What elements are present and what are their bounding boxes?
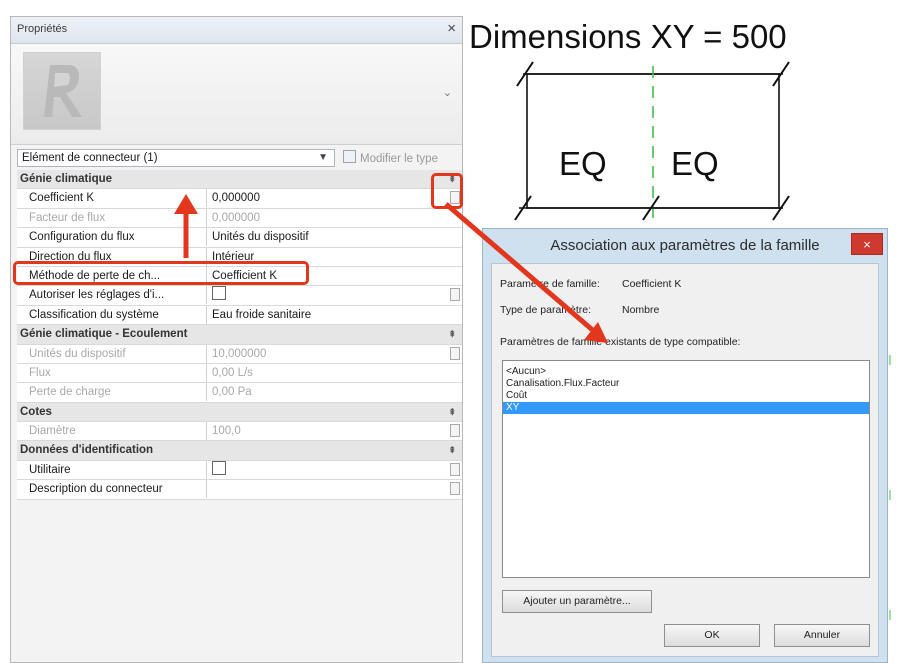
chevron-down-icon[interactable]: ⌄ [443, 86, 452, 99]
cancel-button[interactable]: Annuler [774, 624, 870, 647]
property-label: Utilitaire [17, 460, 207, 479]
family-param-value: Coefficient K [622, 278, 682, 290]
property-label: Facteur de flux [17, 208, 207, 227]
property-value[interactable] [208, 480, 448, 498]
category-label: Génie climatique - Ecoulement [20, 328, 188, 341]
property-value[interactable]: Coefficient K [208, 267, 448, 285]
property-row[interactable]: Classification du système Eau froide san… [17, 305, 462, 326]
property-value[interactable] [208, 460, 448, 479]
revit-logo-icon [44, 65, 82, 117]
list-item-selected[interactable]: XY [503, 402, 869, 414]
checkbox[interactable] [212, 460, 226, 475]
property-label: Perte de charge [17, 383, 207, 402]
property-row[interactable]: Autoriser les réglages d'i... [17, 286, 462, 306]
property-value[interactable]: 0,000000 [208, 189, 448, 207]
category-header[interactable]: Données d'identification ⇞ [17, 441, 462, 461]
property-label: Autoriser les réglages d'i... [17, 286, 207, 305]
associate-parameter-button[interactable] [450, 191, 460, 205]
property-value: 100,0 [212, 425, 241, 438]
type-selector[interactable]: ⌄ [11, 44, 462, 145]
property-value[interactable] [208, 286, 448, 304]
property-value[interactable]: Eau froide sanitaire [208, 306, 448, 324]
family-thumbnail [23, 52, 101, 130]
property-value: 0,000000 [212, 211, 260, 224]
category-header[interactable]: Génie climatique ⇞ [17, 170, 462, 190]
property-row: Unités du dispositif 10,000000 [17, 344, 462, 364]
associate-parameter-button[interactable] [450, 288, 460, 302]
associate-parameter-button[interactable] [450, 462, 460, 476]
property-value[interactable]: Intérieur [208, 248, 448, 266]
instance-filter-row: Elément de connecteur (1) ▼ Modifier le … [11, 146, 462, 170]
list-item[interactable]: Canalisation.Flux.Facteur [503, 378, 869, 390]
category-header[interactable]: Cotes ⇞ [17, 402, 462, 423]
property-label: Description du connecteur [17, 480, 207, 499]
modify-type-label: Modifier le type [360, 153, 438, 165]
property-label: Flux [17, 363, 207, 382]
properties-titlebar[interactable]: Propriétés × [11, 17, 462, 44]
property-row[interactable]: Description du connecteur [17, 480, 462, 500]
property-row: Facteur de flux 0,000000 [17, 208, 462, 229]
property-row[interactable]: Méthode de perte de ch... Coefficient K [17, 266, 462, 287]
property-value: 10,000000 [212, 347, 267, 360]
properties-title: Propriétés [17, 23, 68, 35]
property-grid: Génie climatique ⇞ Coefficient K 0,00000… [17, 170, 462, 500]
dialog-body: Paramètre de famille: Coefficient K Type… [491, 263, 879, 657]
family-param-label: Paramètre de famille: [500, 278, 600, 290]
checkbox[interactable] [212, 286, 226, 301]
property-row[interactable]: Coefficient K 0,000000 [17, 189, 462, 209]
close-icon[interactable]: × [447, 20, 456, 37]
property-row: Flux 0,00 L/s [17, 363, 462, 384]
properties-palette: Propriétés × ⌄ Elément de connecteur (1)… [10, 16, 463, 663]
collapse-icon[interactable]: ⇞ [448, 403, 456, 421]
element-filter-value: Elément de connecteur (1) [22, 152, 158, 164]
associate-parameter-button[interactable] [450, 346, 460, 360]
property-label: Configuration du flux [17, 228, 207, 247]
param-type-label: Type de paramètre: [500, 304, 592, 316]
compatible-params-list[interactable]: <Aucun> Canalisation.Flux.Facteur Coût X… [502, 360, 870, 578]
property-label: Coefficient K [17, 189, 207, 208]
property-row[interactable]: Configuration du flux Unités du disposit… [17, 228, 462, 248]
category-label: Génie climatique [20, 173, 113, 185]
property-label: Unités du dispositif [17, 344, 207, 363]
chevron-down-icon: ▼ [318, 152, 328, 163]
category-label: Cotes [20, 405, 52, 418]
associate-parameter-button[interactable] [450, 424, 460, 438]
property-row: Diamètre 100,0 [17, 422, 462, 442]
associate-parameter-button[interactable] [450, 482, 460, 496]
add-parameter-button[interactable]: Ajouter un paramètre... [502, 590, 652, 613]
eq-label-right: EQ [671, 145, 719, 182]
property-value[interactable]: Unités du dispositif [208, 228, 448, 246]
property-row[interactable]: Utilitaire [17, 460, 462, 481]
property-value: 0,00 Pa [212, 386, 252, 399]
close-icon[interactable]: × [851, 233, 883, 255]
property-row[interactable]: Direction du flux Intérieur [17, 247, 462, 267]
property-row: Perte de charge 0,00 Pa [17, 383, 462, 403]
property-label: Méthode de perte de ch... [17, 266, 207, 285]
category-header[interactable]: Génie climatique - Ecoulement ⇞ [17, 325, 462, 345]
ok-button[interactable]: OK [664, 624, 760, 647]
dialog-title: Association aux paramètres de la famille [550, 237, 820, 254]
element-filter-dropdown[interactable]: Elément de connecteur (1) ▼ [17, 149, 335, 167]
collapse-icon[interactable]: ⇞ [448, 170, 456, 188]
property-value: 0,00 L/s [212, 366, 253, 379]
param-type-value: Nombre [622, 304, 660, 316]
edit-type-icon [343, 150, 356, 163]
list-item[interactable]: Coût [503, 390, 869, 402]
eq-label-left: EQ [559, 145, 607, 182]
existing-params-label: Paramètres de famille existants de type … [500, 336, 741, 348]
category-label: Données d'identification [20, 444, 154, 457]
property-label: Classification du système [17, 305, 207, 324]
dialog-titlebar[interactable]: Association aux paramètres de la famille… [483, 229, 887, 263]
collapse-icon[interactable]: ⇞ [448, 325, 456, 343]
associate-parameter-dialog: Association aux paramètres de la famille… [482, 228, 888, 663]
modify-type-button[interactable]: Modifier le type [343, 150, 438, 165]
list-item[interactable]: <Aucun> [503, 366, 869, 378]
property-label: Direction du flux [17, 247, 207, 266]
collapse-icon[interactable]: ⇞ [448, 441, 456, 459]
property-label: Diamètre [17, 422, 207, 441]
